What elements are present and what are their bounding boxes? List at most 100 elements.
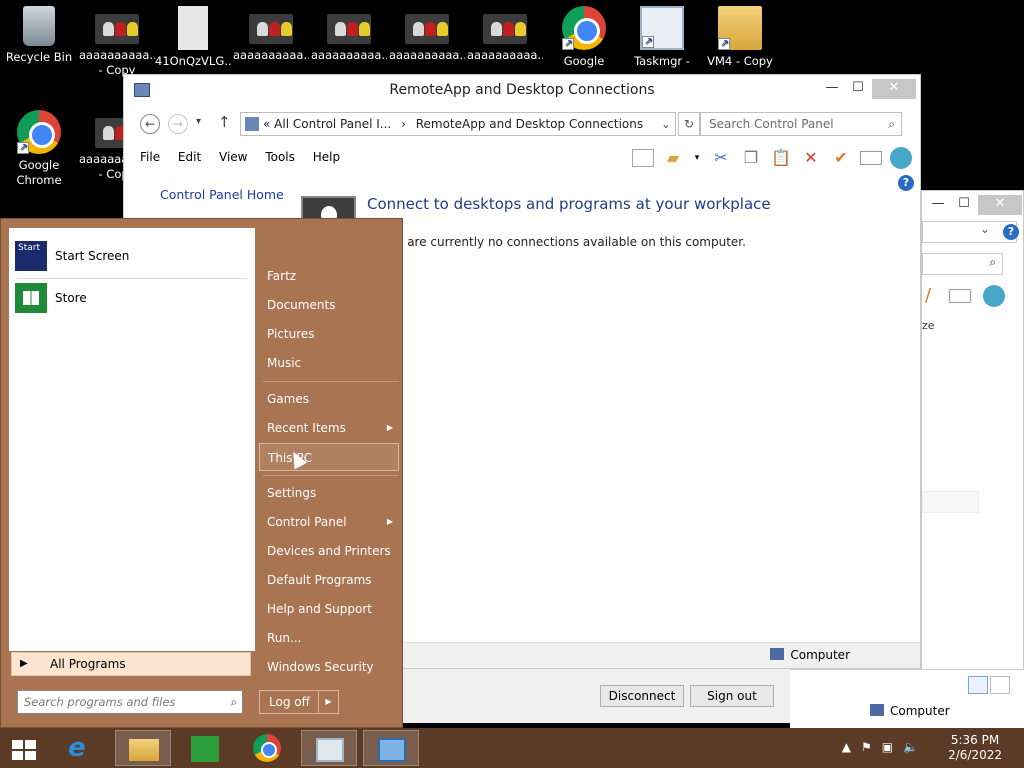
copy-icon[interactable]: ❐ (740, 147, 762, 169)
mail-icon[interactable] (860, 151, 882, 165)
start-right-pictures[interactable]: Pictures (259, 320, 399, 348)
start-item-store[interactable]: Store (13, 280, 251, 316)
search-input[interactable]: Search Control Panel ⌕ (700, 112, 902, 136)
maximize-button[interactable]: ☐ (844, 79, 872, 99)
toolbar: / (925, 285, 1015, 309)
start-right-control-panel[interactable]: Control Panel ▶ (259, 508, 399, 536)
start-right-windows-security[interactable]: Windows Security (259, 653, 399, 681)
disconnect-button[interactable]: Disconnect (600, 685, 684, 707)
desktop-icon-aaaa-1[interactable]: aaaaaaaaaa... (233, 0, 309, 63)
forward-button[interactable]: → (168, 114, 188, 134)
volume-icon[interactable]: 🔈 (903, 740, 928, 754)
start-menu-programs-pane: Start Screen Store (9, 228, 255, 651)
search-icon[interactable]: ⌕ (888, 113, 895, 135)
desktop-icon-vm4[interactable]: VM4 - Copy (702, 0, 778, 69)
refresh-button[interactable]: ↻ (678, 112, 700, 136)
start-right-default-programs[interactable]: Default Programs (259, 566, 399, 594)
large-icons-view-icon[interactable] (990, 676, 1010, 694)
log-off-options-arrow[interactable]: ▶ (318, 691, 338, 713)
folder-options-icon[interactable]: ▰ (662, 147, 684, 169)
start-item-start-screen[interactable]: Start Screen (13, 230, 251, 274)
start-right-settings[interactable]: Settings (259, 479, 399, 507)
globe-icon[interactable] (983, 285, 1005, 307)
up-button[interactable]: ↑ (218, 113, 231, 131)
window-titlebar[interactable]: RemoteApp and Desktop Connections — ☐ ✕ (124, 75, 920, 105)
menu-edit[interactable]: Edit (178, 145, 201, 169)
background-window[interactable]: — ☐ ✕ ? / ze (921, 190, 1024, 728)
desktop-icon-aaaa-4[interactable]: aaaaaaaaaa... (467, 0, 543, 63)
taskbar-file-explorer[interactable] (115, 730, 171, 766)
start-right-documents[interactable]: Documents (259, 291, 399, 319)
close-button[interactable]: ✕ (872, 79, 916, 99)
menu-file[interactable]: File (140, 145, 160, 169)
help-icon[interactable]: ? (1003, 224, 1019, 240)
cut-icon[interactable]: ✂ (710, 147, 732, 169)
control-panel-home-link[interactable]: Control Panel Home (160, 187, 284, 202)
item-label: Windows Security (267, 660, 374, 674)
background-window-titlebar[interactable]: — ☐ ✕ (922, 191, 1023, 219)
menu-view[interactable]: View (219, 145, 247, 169)
search-input[interactable] (922, 253, 1003, 275)
minimize-button[interactable]: — (818, 79, 846, 99)
close-button[interactable]: ✕ (978, 195, 1022, 215)
address-separator[interactable]: › (401, 117, 406, 131)
start-right-this-pc[interactable]: This PC (259, 443, 399, 471)
checkmark-icon[interactable]: ✔ (830, 147, 852, 169)
clock-time: 5:36 PM (950, 733, 1000, 747)
start-screen-icon (15, 230, 47, 271)
mail-icon[interactable] (949, 289, 971, 303)
recent-locations-icon[interactable]: ▾ (196, 116, 201, 127)
start-button[interactable] (0, 730, 56, 766)
desktop-icon-aaaa-3[interactable]: aaaaaaaaaa... (389, 0, 465, 63)
taskbar-control-panel[interactable] (363, 730, 419, 766)
back-button[interactable]: ← (140, 114, 160, 134)
show-hidden-icons-icon[interactable]: ▲ (842, 740, 861, 754)
help-icon[interactable]: ? (898, 175, 914, 191)
start-search-input[interactable]: Search programs and files ⌕ (17, 690, 243, 714)
network-icon[interactable]: ▣ (882, 740, 903, 754)
view-buttons (968, 676, 1012, 697)
desktop-icon-image-file[interactable]: 41OnQzVLG... (155, 0, 231, 69)
desktop-icon-google[interactable]: Google (546, 0, 622, 69)
address-segment-remoteapp[interactable]: RemoteApp and Desktop Connections (416, 117, 643, 131)
minimize-button[interactable]: — (924, 195, 952, 215)
start-right-fartz[interactable]: Fartz (259, 262, 399, 290)
log-off-button[interactable]: Log off ▶ (259, 690, 339, 714)
menu-tools[interactable]: Tools (265, 145, 295, 169)
taskbar-store[interactable] (177, 730, 233, 766)
desktop-icon-google-chrome[interactable]: Google Chrome (1, 104, 77, 188)
delete-icon[interactable]: ✕ (800, 147, 822, 169)
start-right-games[interactable]: Games (259, 385, 399, 413)
start-right-music[interactable]: Music (259, 349, 399, 377)
details-view-icon[interactable] (968, 676, 988, 694)
taskbar-chrome[interactable] (239, 730, 295, 766)
desktop-icon-recycle-bin[interactable]: Recycle Bin (1, 0, 77, 65)
list-row[interactable] (922, 491, 979, 513)
maximize-button[interactable]: ☐ (950, 195, 978, 215)
globe-icon[interactable] (890, 147, 912, 169)
address-bar[interactable]: « All Control Panel I... › RemoteApp and… (240, 112, 676, 136)
pen-icon[interactable]: / (925, 285, 931, 306)
paste-icon[interactable]: 📋 (770, 147, 792, 169)
taskbar-task-manager[interactable] (301, 730, 357, 766)
start-right-run[interactable]: Run... (259, 624, 399, 652)
address-segment-all-control-panel[interactable]: All Control Panel I... (274, 117, 391, 131)
desktop-icon-copy-1[interactable]: aaaaaaaaaa... - Copy (79, 0, 155, 78)
taskbar-internet-explorer[interactable]: e (54, 730, 110, 766)
layout-pane-icon[interactable] (632, 149, 654, 167)
desktop-icon-taskmgr[interactable]: Taskmgr - (624, 0, 700, 69)
start-right-help-support[interactable]: Help and Support (259, 595, 399, 623)
chevron-down-icon[interactable]: ⌄ (661, 113, 671, 135)
address-chevrons[interactable]: « (263, 117, 270, 131)
action-center-flag-icon[interactable]: ⚑ (861, 740, 882, 754)
all-programs-button[interactable]: All Programs (11, 652, 251, 676)
start-right-recent-items[interactable]: Recent Items ▶ (259, 414, 399, 442)
folder-icon (718, 6, 762, 51)
clock[interactable]: 5:36 PM 2/6/2022 (948, 733, 1002, 763)
start-right-devices-printers[interactable]: Devices and Printers (259, 537, 399, 565)
sign-out-button[interactable]: Sign out (690, 685, 774, 707)
menu-help[interactable]: Help (313, 145, 340, 169)
search-icon[interactable]: ⌕ (231, 691, 237, 713)
desktop-icon-aaaa-2[interactable]: aaaaaaaaaa... (311, 0, 387, 63)
dropdown-icon[interactable]: ▾ (692, 147, 702, 169)
